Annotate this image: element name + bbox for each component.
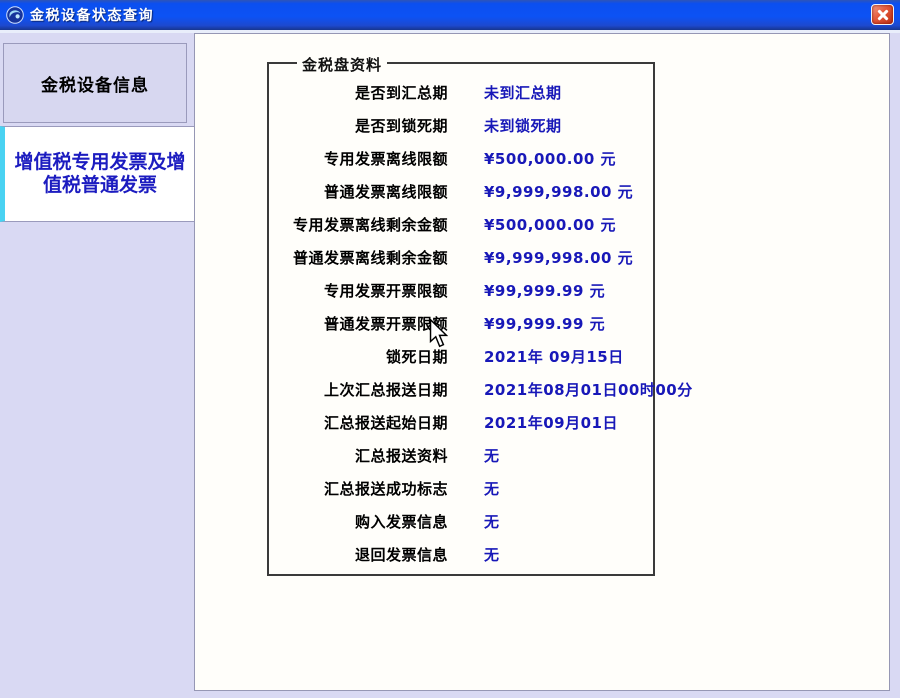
field-value: 2021年 09月15日 [484, 346, 624, 367]
field-row: 汇总报送起始日期 2021年09月01日 [269, 406, 653, 439]
field-row: 汇总报送成功标志 无 [269, 472, 653, 505]
field-row: 专用发票离线限额 ¥500,000.00 元 [269, 142, 653, 175]
window-title: 金税设备状态查询 [30, 5, 154, 25]
title-bar[interactable]: 金税设备状态查询 [0, 0, 900, 30]
field-value: 2021年09月01日 [484, 412, 618, 433]
app-logo-icon [6, 6, 24, 24]
field-value: 未到汇总期 [484, 82, 562, 103]
groupbox-tax-disk-data: 金税盘资料 是否到汇总期 未到汇总期 是否到锁死期 未到锁死期 专用发票离线限额… [267, 62, 655, 576]
field-row: 锁死日期 2021年 09月15日 [269, 340, 653, 373]
field-label: 汇总报送起始日期 [269, 412, 448, 433]
field-label: 普通发票开票限额 [269, 313, 448, 334]
field-label: 汇总报送成功标志 [269, 478, 448, 499]
field-value: 无 [484, 478, 500, 499]
field-row: 退回发票信息 无 [269, 538, 653, 571]
field-value: 2021年08月01日00时00分 [484, 379, 693, 400]
field-label: 普通发票离线剩余金额 [269, 247, 448, 268]
field-row: 普通发票开票限额 ¥99,999.99 元 [269, 307, 653, 340]
field-row: 专用发票离线剩余金额 ¥500,000.00 元 [269, 208, 653, 241]
field-value: 无 [484, 544, 500, 565]
field-value: ¥500,000.00 元 [484, 148, 616, 169]
field-rows: 是否到汇总期 未到汇总期 是否到锁死期 未到锁死期 专用发票离线限额 ¥500,… [269, 76, 653, 571]
field-label: 专用发票离线剩余金额 [269, 214, 448, 235]
application-window: 金税设备状态查询 金税设备信息 增值税专用发票及增值税普通发票 金税盘资料 是否… [0, 0, 900, 698]
field-row: 是否到锁死期 未到锁死期 [269, 109, 653, 142]
mouse-cursor-icon [429, 319, 448, 348]
field-label: 是否到汇总期 [269, 82, 448, 103]
field-label: 退回发票信息 [269, 544, 448, 565]
groupbox-title: 金税盘资料 [297, 54, 387, 75]
field-value: ¥9,999,998.00 元 [484, 247, 633, 268]
field-value: 未到锁死期 [484, 115, 562, 136]
field-label: 专用发票开票限额 [269, 280, 448, 301]
field-label: 是否到锁死期 [269, 115, 448, 136]
content-panel: 金税盘资料 是否到汇总期 未到汇总期 是否到锁死期 未到锁死期 专用发票离线限额… [194, 33, 890, 691]
field-row: 汇总报送资料 无 [269, 439, 653, 472]
field-label: 上次汇总报送日期 [269, 379, 448, 400]
field-row: 是否到汇总期 未到汇总期 [269, 76, 653, 109]
field-value: ¥500,000.00 元 [484, 214, 616, 235]
sidebar-tab-device-info[interactable]: 金税设备信息 [3, 43, 187, 123]
field-row: 普通发票离线限额 ¥9,999,998.00 元 [269, 175, 653, 208]
field-label: 汇总报送资料 [269, 445, 448, 466]
close-icon [872, 5, 893, 24]
field-label: 普通发票离线限额 [269, 181, 448, 202]
field-value: ¥9,999,998.00 元 [484, 181, 633, 202]
field-row: 专用发票开票限额 ¥99,999.99 元 [269, 274, 653, 307]
sidebar-tab-vat-invoice-selected[interactable]: 增值税专用发票及增值税普通发票 [0, 126, 195, 222]
field-value: 无 [484, 511, 500, 532]
close-button[interactable] [871, 4, 894, 25]
field-value: 无 [484, 445, 500, 466]
field-value: ¥99,999.99 元 [484, 280, 605, 301]
field-value: ¥99,999.99 元 [484, 313, 605, 334]
field-label: 专用发票离线限额 [269, 148, 448, 169]
field-row: 购入发票信息 无 [269, 505, 653, 538]
field-label: 购入发票信息 [269, 511, 448, 532]
field-row: 普通发票离线剩余金额 ¥9,999,998.00 元 [269, 241, 653, 274]
field-label: 锁死日期 [269, 346, 448, 367]
field-row: 上次汇总报送日期 2021年08月01日00时00分 [269, 373, 653, 406]
